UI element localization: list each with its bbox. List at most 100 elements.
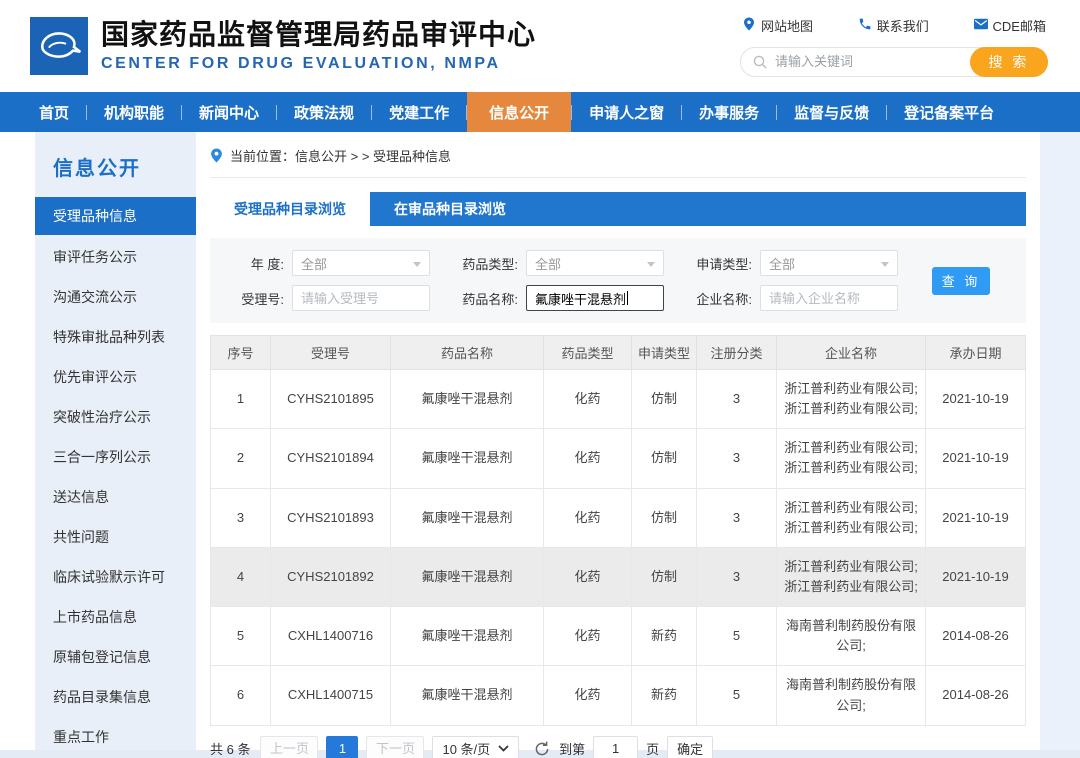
sidebar-item-12[interactable]: 药品目录集信息 bbox=[35, 677, 196, 717]
table-row[interactable]: 6 CXHL1400715 氟康唑干混悬剂 化药 新药 5 海南普利制药股份有限公司; 201… bbox=[210, 665, 1026, 726]
sidebar-item-9[interactable]: 临床试验默示许可 bbox=[35, 557, 196, 597]
table-cell: 仿制 bbox=[631, 546, 697, 608]
column-header: 药品名称 bbox=[390, 335, 544, 370]
table-row[interactable]: 4 CYHS2101892 氟康唑干混悬剂 化药 仿制 3 浙江普利药业有限公司;浙江普利药… bbox=[210, 546, 1026, 608]
location-pin-icon bbox=[742, 17, 756, 34]
nav-item-1[interactable]: 机构职能 bbox=[87, 92, 181, 132]
drug-name-input[interactable]: 氟康唑干混悬剂 bbox=[526, 285, 664, 311]
table-cell: 化药 bbox=[543, 487, 632, 548]
table-cell: 化药 bbox=[543, 546, 632, 608]
filter-panel: 年 度: 全部 药品类型: 全部 申请类型: 全部 受理号: 请输入受理号 药品… bbox=[210, 238, 1026, 323]
table-cell: 化药 bbox=[543, 665, 632, 726]
table-row[interactable]: 2 CYHS2101894 氟康唑干混悬剂 化药 仿制 3 浙江普利药业有限公司;浙江普利药… bbox=[210, 428, 1026, 489]
pagination: 共 6 条 上一页 1 下一页 10 条/页 到第 页 确定 bbox=[210, 735, 1026, 758]
nav-item-5[interactable]: 信息公开 bbox=[467, 92, 572, 132]
tab-1[interactable]: 在审品种目录浏览 bbox=[370, 192, 530, 226]
sidebar-item-6[interactable]: 三合一序列公示 bbox=[35, 437, 196, 477]
nav-item-9[interactable]: 登记备案平台 bbox=[887, 92, 1011, 132]
filter-grid: 年 度: 全部 药品类型: 全部 申请类型: 全部 受理号: 请输入受理号 药品… bbox=[220, 250, 898, 311]
table-cell: 化药 bbox=[543, 368, 632, 430]
sidebar-item-0[interactable]: 受理品种信息 bbox=[35, 197, 196, 235]
company-input[interactable] bbox=[760, 285, 898, 311]
sidebar-item-1[interactable]: 审评任务公示 bbox=[35, 237, 196, 277]
quick-link-0[interactable]: 网站地图 bbox=[742, 16, 813, 35]
column-header: 承办日期 bbox=[925, 335, 1026, 370]
sidebar-item-13[interactable]: 重点工作 bbox=[35, 717, 196, 757]
breadcrumb-text[interactable]: 当前位置：信息公开 > > 受理品种信息 bbox=[230, 146, 451, 165]
tab-0[interactable]: 受理品种目录浏览 bbox=[210, 192, 370, 226]
refresh-icon[interactable] bbox=[533, 740, 551, 758]
page-size-value: 10 条/页 bbox=[442, 742, 491, 758]
table-cell: 2 bbox=[210, 428, 271, 489]
phone-icon bbox=[858, 17, 872, 34]
quick-link-2[interactable]: CDE邮箱 bbox=[973, 16, 1046, 35]
apply-type-select[interactable]: 全部 bbox=[760, 250, 898, 276]
apply-type-value: 全部 bbox=[769, 256, 796, 272]
table-cell: 2021-10-19 bbox=[925, 546, 1026, 608]
table-cell: 浙江普利药业有限公司;浙江普利药业有限公司; bbox=[776, 368, 926, 430]
table-cell: 仿制 bbox=[631, 487, 697, 548]
table-cell: 3 bbox=[696, 487, 777, 548]
year-select[interactable]: 全部 bbox=[292, 250, 430, 276]
table-cell: 5 bbox=[210, 606, 271, 667]
sidebar-item-4[interactable]: 优先审评公示 bbox=[35, 357, 196, 397]
page-body: 信息公开 受理品种信息 审评任务公示 沟通交流公示 特殊审批品种列表 优先审评公示 突破性… bbox=[0, 132, 1080, 758]
query-button[interactable]: 查 询 bbox=[932, 266, 990, 295]
table-cell: 3 bbox=[696, 546, 777, 608]
column-header: 受理号 bbox=[270, 335, 391, 370]
cde-logo-icon bbox=[30, 17, 88, 75]
nav-item-7[interactable]: 办事服务 bbox=[682, 92, 776, 132]
chevron-down-icon bbox=[647, 262, 655, 267]
sidebar-item-10[interactable]: 上市药品信息 bbox=[35, 597, 196, 637]
page-size-select[interactable]: 10 条/页 bbox=[432, 735, 520, 758]
table-cell: 3 bbox=[210, 487, 271, 548]
acceptance-no-input[interactable] bbox=[292, 285, 430, 311]
table-row[interactable]: 3 CYHS2101893 氟康唑干混悬剂 化药 仿制 3 浙江普利药业有限公司;浙江普利药… bbox=[210, 487, 1026, 548]
sidebar-item-3[interactable]: 特殊审批品种列表 bbox=[35, 317, 196, 357]
mail-icon bbox=[973, 17, 988, 34]
table-cell: 6 bbox=[210, 665, 271, 726]
column-header: 注册分类 bbox=[696, 335, 777, 370]
table-row[interactable]: 1 CYHS2101895 氟康唑干混悬剂 化药 仿制 3 浙江普利药业有限公司;浙江普利药… bbox=[210, 368, 1026, 430]
table-cell: CYHS2101894 bbox=[270, 428, 391, 489]
site-search-button[interactable]: 搜 索 bbox=[970, 46, 1048, 77]
site-header: 国家药品监督管理局药品审评中心 CENTER FOR DRUG EVALUATI… bbox=[0, 0, 1080, 92]
sidebar-item-5[interactable]: 突破性治疗公示 bbox=[35, 397, 196, 437]
sidebar-item-2[interactable]: 沟通交流公示 bbox=[35, 277, 196, 317]
nav-item-6[interactable]: 申请人之窗 bbox=[572, 92, 681, 132]
nav-item-4[interactable]: 党建工作 bbox=[372, 92, 466, 132]
content-area: 当前位置：信息公开 > > 受理品种信息 受理品种目录浏览 在审品种目录浏览 年 … bbox=[196, 132, 1040, 758]
drug-type-select[interactable]: 全部 bbox=[526, 250, 664, 276]
page-1-button[interactable]: 1 bbox=[326, 735, 359, 758]
table-cell: 2021-10-19 bbox=[925, 428, 1026, 489]
goto-prefix: 到第 bbox=[559, 742, 586, 758]
table-cell: 氟康唑干混悬剂 bbox=[390, 368, 544, 430]
field-acceptance-no: 受理号: bbox=[220, 285, 430, 311]
nav-item-3[interactable]: 政策法规 bbox=[277, 92, 371, 132]
goto-page-input[interactable] bbox=[593, 735, 639, 758]
next-page-button[interactable]: 下一页 bbox=[366, 735, 425, 758]
confirm-button[interactable]: 确定 bbox=[667, 735, 714, 758]
nav-item-8[interactable]: 监督与反馈 bbox=[777, 92, 886, 132]
nav-item-2[interactable]: 新闻中心 bbox=[182, 92, 276, 132]
table-cell: 4 bbox=[210, 546, 271, 608]
nav-item-0[interactable]: 首页 bbox=[22, 92, 86, 132]
table-row[interactable]: 5 CXHL1400716 氟康唑干混悬剂 化药 新药 5 海南普利制药股份有限公司; 201… bbox=[210, 606, 1026, 667]
sidebar-item-11[interactable]: 原辅包登记信息 bbox=[35, 637, 196, 677]
chevron-down-icon bbox=[498, 745, 509, 752]
table-cell: CYHS2101892 bbox=[270, 546, 391, 608]
table-cell: 仿制 bbox=[631, 428, 697, 489]
sidebar-item-7[interactable]: 送达信息 bbox=[35, 477, 196, 517]
apply-type-label: 申请类型: bbox=[696, 256, 752, 272]
prev-page-button[interactable]: 上一页 bbox=[260, 735, 319, 758]
location-pin-icon bbox=[211, 148, 222, 163]
drug-name-value: 氟康唑干混悬剂 bbox=[535, 291, 627, 307]
sidebar-list: 受理品种信息 审评任务公示 沟通交流公示 特殊审批品种列表 优先审评公示 突破性治疗公示三… bbox=[35, 197, 196, 757]
sidebar-item-8[interactable]: 共性问题 bbox=[35, 517, 196, 557]
total-count: 共 6 条 bbox=[210, 742, 251, 758]
company-label: 企业名称: bbox=[696, 291, 752, 307]
table-cell: 5 bbox=[696, 665, 777, 726]
quick-link-1[interactable]: 联系我们 bbox=[858, 16, 929, 35]
table-cell: 氟康唑干混悬剂 bbox=[390, 546, 544, 608]
brand-block: 国家药品监督管理局药品审评中心 CENTER FOR DRUG EVALUATI… bbox=[101, 19, 536, 73]
